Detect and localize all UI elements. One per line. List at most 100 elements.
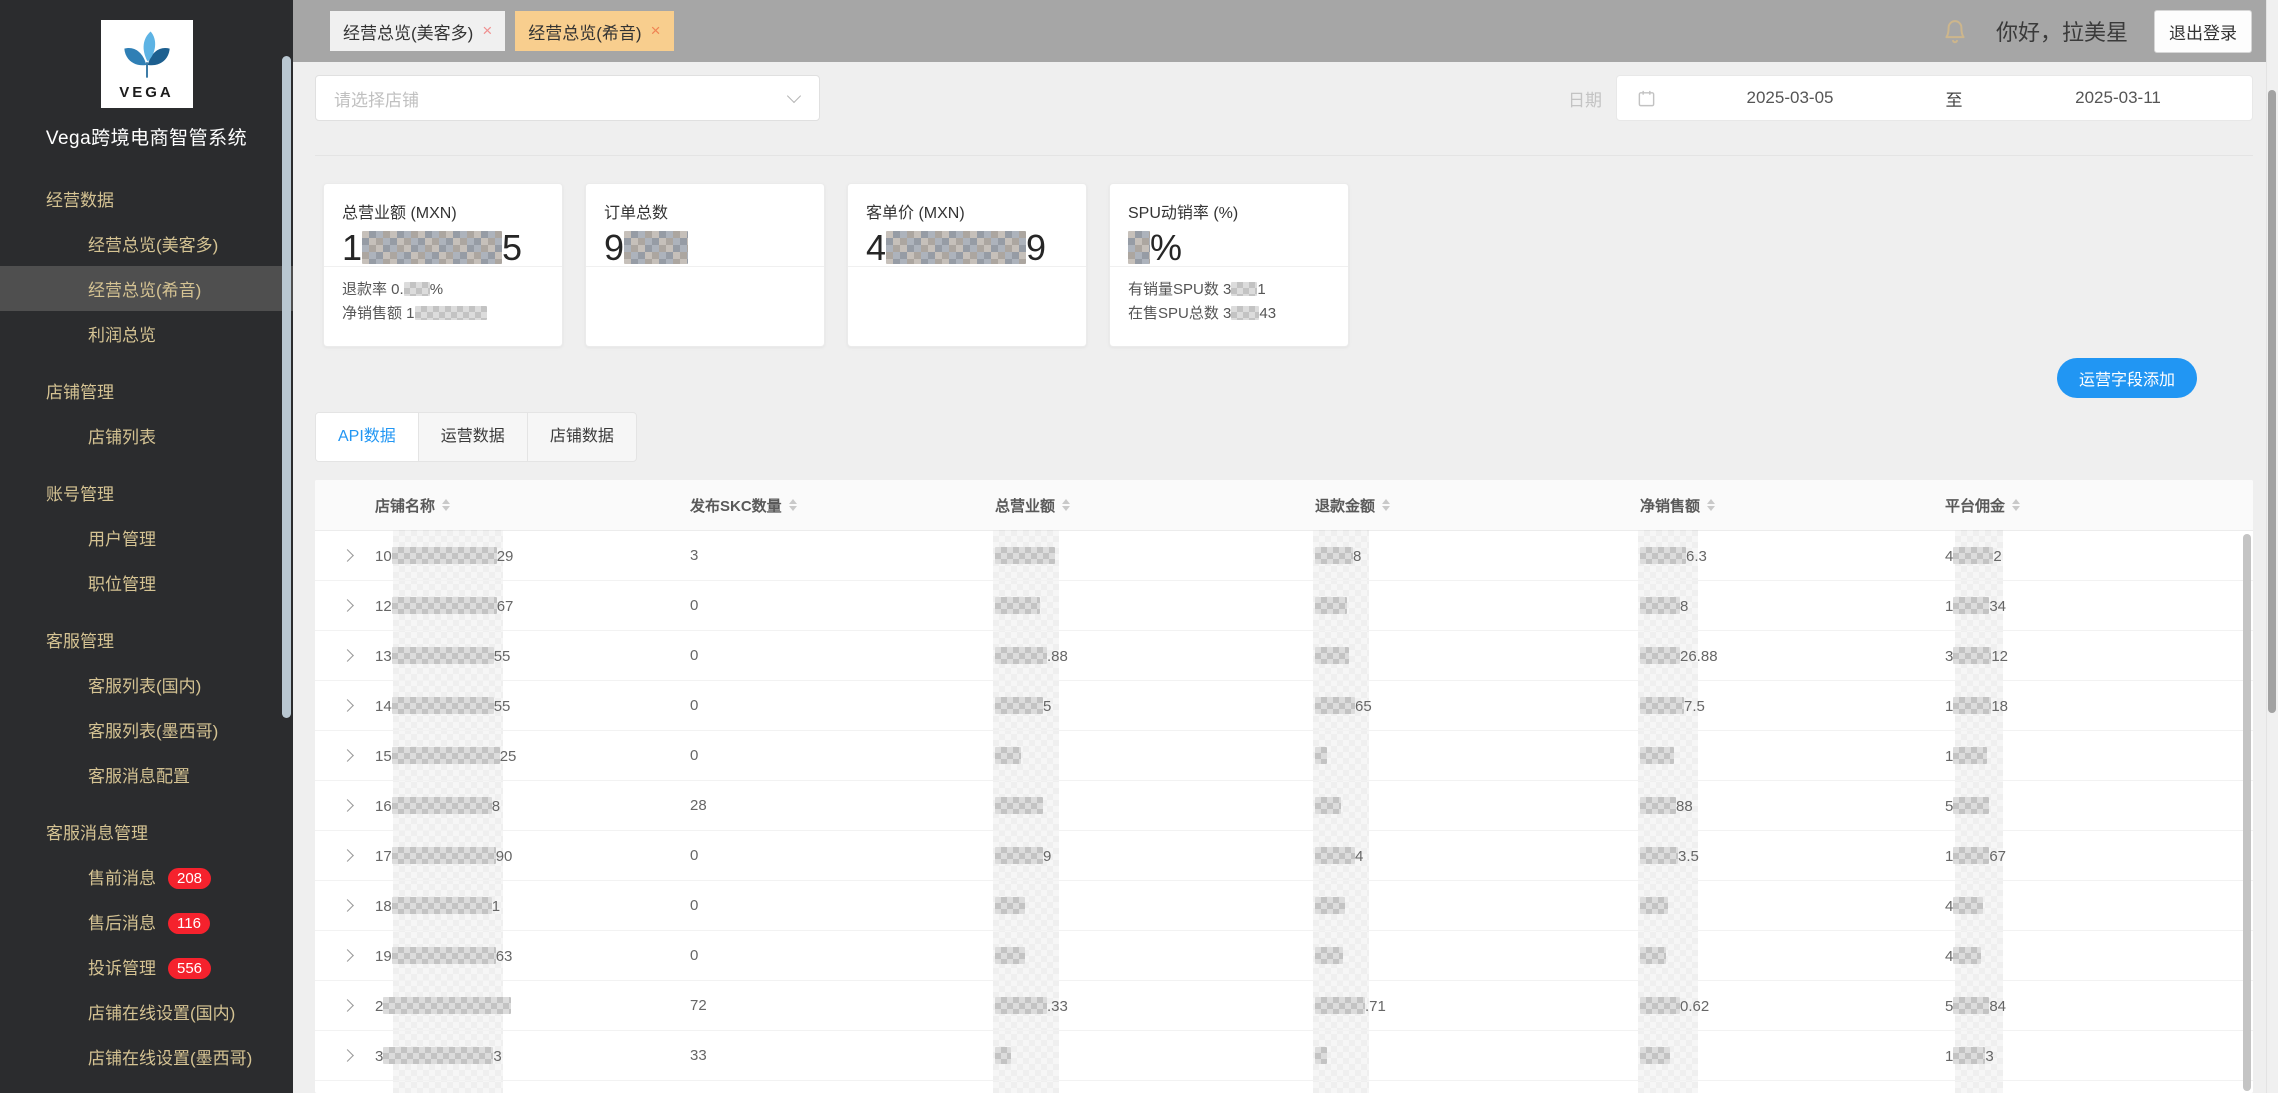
sort-icon[interactable]: [2012, 499, 2021, 511]
censored-mosaic: [995, 1046, 1011, 1064]
page-scrollbar-thumb[interactable]: [2268, 90, 2276, 713]
amount-suffix: 5: [1043, 697, 1052, 715]
window-tab[interactable]: 经营总览(美客多) ×: [330, 11, 506, 51]
sidebar-item[interactable]: 店铺列表: [0, 413, 293, 458]
menu-section-label[interactable]: 经营数据: [0, 176, 293, 221]
chevron-right-icon[interactable]: [341, 699, 354, 712]
close-icon[interactable]: ×: [651, 21, 661, 41]
censored-mosaic: [1640, 746, 1674, 764]
sidebar-item[interactable]: 售后消息 116: [0, 899, 293, 944]
amount-suffix: 26.88: [1680, 647, 1718, 665]
name-suffix: 8: [491, 797, 501, 815]
sort-asc-icon: [1707, 499, 1716, 504]
add-operation-field-button[interactable]: 运营字段添加: [2057, 358, 2197, 398]
sidebar-item[interactable]: 店铺在线设置(国内): [0, 989, 293, 1034]
name-prefix: 10: [375, 547, 392, 565]
amount-suffix: 9: [1043, 847, 1052, 865]
refund-amount-cell: [1315, 646, 1640, 665]
column-header-label: 平台佣金: [1945, 497, 2006, 515]
data-tab-shop[interactable]: 店铺数据: [528, 413, 636, 461]
button-row: 运营字段添加: [315, 358, 2253, 398]
sidebar-item-label: 投诉管理: [88, 959, 156, 978]
refund-amount-cell: [1315, 896, 1640, 915]
menu-section-label[interactable]: 客服管理: [0, 617, 293, 662]
expand-cell: [315, 547, 375, 564]
chevron-right-icon[interactable]: [341, 899, 354, 912]
column-header[interactable]: 总营业额: [995, 495, 1315, 516]
sidebar-item[interactable]: 经营总览(美客多): [0, 221, 293, 266]
expand-cell: [315, 697, 375, 714]
sidebar-item[interactable]: 售前消息 208: [0, 854, 293, 899]
skc-count-cell: 0: [690, 947, 699, 964]
bell-icon[interactable]: [1940, 15, 1970, 47]
data-tab-api[interactable]: API数据: [316, 413, 419, 461]
sidebar-item[interactable]: 投诉管理 556: [0, 944, 293, 989]
data-tab-operation[interactable]: 运营数据: [419, 413, 528, 461]
censored-mosaic: [1315, 696, 1355, 714]
chevron-right-icon[interactable]: [341, 1049, 354, 1062]
sidebar-item[interactable]: 客服消息配置: [0, 752, 293, 797]
sidebar-scrollbar[interactable]: [282, 56, 291, 718]
shop-select[interactable]: 请选择店铺: [315, 75, 820, 121]
expand-cell: [315, 797, 375, 814]
sidebar-item[interactable]: 用户管理: [0, 515, 293, 560]
chevron-right-icon[interactable]: [341, 599, 354, 612]
detail-suffix: %: [429, 281, 444, 298]
sort-icon[interactable]: [1382, 499, 1391, 511]
amount-suffix: 2: [1993, 547, 2002, 565]
column-header[interactable]: 发布SKC数量: [690, 495, 995, 516]
date-filter: 日期 2025-03-05 至 2025-03-11: [1568, 75, 2253, 121]
sidebar-item[interactable]: 经营总览(希音): [0, 266, 293, 311]
amount-suffix: .88: [1047, 647, 1068, 665]
name-suffix: 55: [493, 697, 511, 715]
chevron-right-icon[interactable]: [341, 749, 354, 762]
column-header[interactable]: 净销售额: [1640, 495, 1945, 516]
sort-asc-icon: [2012, 499, 2021, 504]
chevron-right-icon[interactable]: [341, 799, 354, 812]
sidebar-item[interactable]: 客服列表(国内): [0, 662, 293, 707]
sidebar-item-label: 店铺在线设置(墨西哥): [88, 1049, 253, 1068]
chevron-right-icon[interactable]: [341, 649, 354, 662]
date-range-picker[interactable]: 2025-03-05 至 2025-03-11: [1616, 75, 2253, 121]
chevron-right-icon[interactable]: [341, 849, 354, 862]
censored-mosaic: [1315, 746, 1327, 764]
chevron-right-icon[interactable]: [341, 999, 354, 1012]
amount-suffix: 8: [1353, 547, 1362, 565]
filter-row: 请选择店铺 日期 2025-03-05 至 2025-03-11: [315, 75, 2253, 121]
table-row: 13 55 0 .88 26.88 3 12: [315, 631, 2253, 681]
censored-mosaic: [995, 946, 1025, 964]
menu-section-label[interactable]: 店铺管理: [0, 368, 293, 413]
logout-button[interactable]: 退出登录: [2154, 9, 2252, 53]
amount-suffix: .33: [1047, 997, 1068, 1015]
stat-value-suffix: 5: [502, 227, 523, 268]
column-header[interactable]: 店铺名称: [375, 495, 690, 516]
date-start-value[interactable]: 2025-03-05: [1656, 88, 1924, 108]
column-header[interactable]: 退款金额: [1315, 495, 1640, 516]
column-header[interactable]: 平台佣金: [1945, 495, 2253, 516]
skc-count-cell: 0: [690, 597, 699, 614]
sort-desc-icon: [1707, 506, 1716, 511]
table-scrollbar[interactable]: [2243, 534, 2251, 1091]
expand-cell: [315, 997, 375, 1014]
topbar: 经营总览(美客多) × 经营总览(希音) × 你好，拉美星 退出登录: [293, 0, 2266, 62]
sidebar-menu: 经营数据 经营总览(美客多) 经营总览(希音) 利润总览店铺管理 店铺列表账号管理 用户管…: [0, 176, 293, 1093]
menu-section-label[interactable]: 客服消息管理: [0, 809, 293, 854]
sidebar-item[interactable]: 职位管理: [0, 560, 293, 605]
sort-icon[interactable]: [1062, 499, 1071, 511]
sort-icon[interactable]: [1707, 499, 1716, 511]
sidebar-item[interactable]: 利润总览: [0, 311, 293, 356]
sort-asc-icon: [1382, 499, 1391, 504]
sort-icon[interactable]: [788, 499, 797, 511]
chevron-right-icon[interactable]: [341, 949, 354, 962]
shop-select-placeholder: 请选择店铺: [334, 90, 419, 110]
net-amount-cell: 6.3: [1640, 546, 1945, 565]
sidebar-item[interactable]: 客服列表(墨西哥): [0, 707, 293, 752]
date-end-value[interactable]: 2025-03-11: [1984, 88, 2252, 108]
window-tab[interactable]: 经营总览(希音) ×: [515, 11, 674, 51]
menu-section-label[interactable]: 账号管理: [0, 470, 293, 515]
sort-icon[interactable]: [442, 499, 451, 511]
close-icon[interactable]: ×: [482, 21, 492, 41]
chevron-right-icon[interactable]: [341, 549, 354, 562]
amount-suffix: .71: [1365, 997, 1386, 1015]
sidebar-item[interactable]: 店铺在线设置(墨西哥): [0, 1034, 293, 1079]
